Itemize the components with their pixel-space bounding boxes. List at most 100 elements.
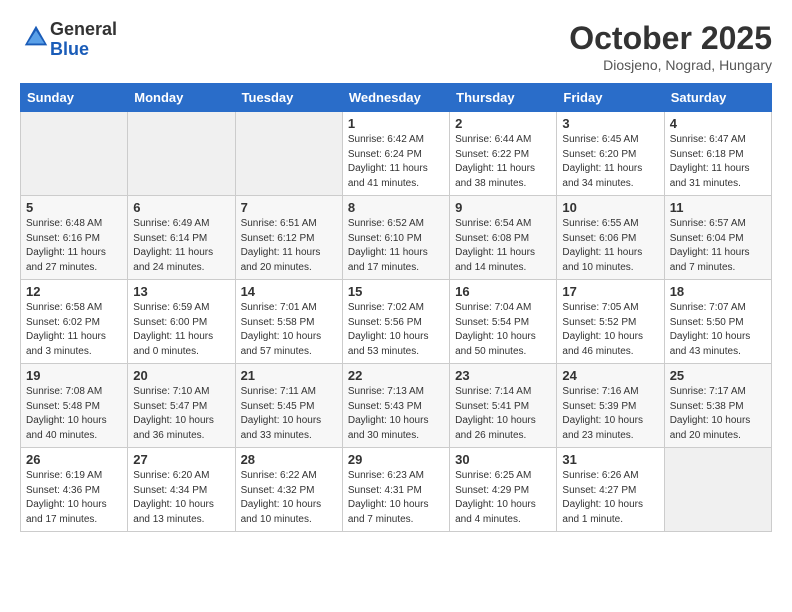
day-number: 24	[562, 368, 658, 383]
calendar-cell: 3 Sunrise: 6:45 AM Sunset: 6:20 PM Daylig…	[557, 112, 664, 196]
day-number: 18	[670, 284, 766, 299]
day-number: 12	[26, 284, 122, 299]
day-info: Sunrise: 6:45 AM Sunset: 6:20 PM Dayligh…	[562, 133, 658, 191]
calendar-cell: 31Sunrise: 6:26 AM Sunset: 4:27 PM Dayli…	[557, 448, 664, 532]
day-info: Sunrise: 7:11 AM Sunset: 5:45 PM Dayligh…	[241, 385, 337, 443]
calendar-cell	[128, 112, 235, 196]
day-number: 10	[562, 200, 658, 215]
calendar-cell: 10 Sunrise: 6:55 AM Sunset: 6:06 PM Dayli…	[557, 196, 664, 280]
day-number: 26	[26, 452, 122, 467]
week-row-1: 1 Sunrise: 6:42 AM Sunset: 6:24 PM Daylig…	[21, 112, 772, 196]
day-info: Sunrise: 7:08 AM Sunset: 5:48 PM Dayligh…	[26, 385, 122, 443]
calendar-cell: 11 Sunrise: 6:57 AM Sunset: 6:04 PM Dayli…	[664, 196, 771, 280]
weekday-header-friday: Friday	[557, 84, 664, 112]
day-info: Sunrise: 6:48 AM Sunset: 6:16 PM Dayligh…	[26, 217, 122, 275]
calendar-cell: 8Sunrise: 6:52 AM Sunset: 6:10 PM Daylig…	[342, 196, 449, 280]
weekday-header-saturday: Saturday	[664, 84, 771, 112]
day-number: 16	[455, 284, 551, 299]
day-info: Sunrise: 6:52 AM Sunset: 6:10 PM Dayligh…	[348, 217, 444, 275]
day-info: Sunrise: 7:07 AM Sunset: 5:50 PM Dayligh…	[670, 301, 766, 359]
day-number: 15	[348, 284, 444, 299]
day-info: Sunrise: 6:54 AM Sunset: 6:08 PM Dayligh…	[455, 217, 551, 275]
day-info: Sunrise: 6:25 AM Sunset: 4:29 PM Dayligh…	[455, 469, 551, 527]
weekday-header-thursday: Thursday	[450, 84, 557, 112]
title-block: October 2025 Diosjeno, Nograd, Hungary	[569, 20, 772, 73]
day-number: 7	[241, 200, 337, 215]
day-info: Sunrise: 6:57 AM Sunset: 6:04 PM Dayligh…	[670, 217, 766, 275]
day-number: 22	[348, 368, 444, 383]
calendar-cell: 5 Sunrise: 6:48 AM Sunset: 6:16 PM Daylig…	[21, 196, 128, 280]
day-number: 31	[562, 452, 658, 467]
day-number: 21	[241, 368, 337, 383]
day-number: 2	[455, 116, 551, 131]
day-info: Sunrise: 7:10 AM Sunset: 5:47 PM Dayligh…	[133, 385, 229, 443]
calendar-cell: 29 Sunrise: 6:23 AM Sunset: 4:31 PM Dayli…	[342, 448, 449, 532]
calendar-cell	[21, 112, 128, 196]
day-info: Sunrise: 6:44 AM Sunset: 6:22 PM Dayligh…	[455, 133, 551, 191]
calendar-cell: 18 Sunrise: 7:07 AM Sunset: 5:50 PM Dayli…	[664, 280, 771, 364]
day-number: 6	[133, 200, 229, 215]
day-number: 4	[670, 116, 766, 131]
day-number: 29	[348, 452, 444, 467]
week-row-5: 26 Sunrise: 6:19 AM Sunset: 4:36 PM Dayli…	[21, 448, 772, 532]
day-number: 20	[133, 368, 229, 383]
page-header: General Blue October 2025 Diosjeno, Nogr…	[20, 20, 772, 73]
weekday-header-wednesday: Wednesday	[342, 84, 449, 112]
day-info: Sunrise: 7:05 AM Sunset: 5:52 PM Dayligh…	[562, 301, 658, 359]
day-number: 19	[26, 368, 122, 383]
calendar-cell: 7 Sunrise: 6:51 AM Sunset: 6:12 PM Daylig…	[235, 196, 342, 280]
day-number: 23	[455, 368, 551, 383]
day-info: Sunrise: 6:23 AM Sunset: 4:31 PM Dayligh…	[348, 469, 444, 527]
calendar-cell: 13 Sunrise: 6:59 AM Sunset: 6:00 PM Dayli…	[128, 280, 235, 364]
day-number: 3	[562, 116, 658, 131]
weekday-header-monday: Monday	[128, 84, 235, 112]
calendar-cell: 14Sunrise: 7:01 AM Sunset: 5:58 PM Dayli…	[235, 280, 342, 364]
day-number: 1	[348, 116, 444, 131]
day-info: Sunrise: 6:51 AM Sunset: 6:12 PM Dayligh…	[241, 217, 337, 275]
day-number: 5	[26, 200, 122, 215]
day-number: 17	[562, 284, 658, 299]
day-info: Sunrise: 6:58 AM Sunset: 6:02 PM Dayligh…	[26, 301, 122, 359]
day-info: Sunrise: 6:59 AM Sunset: 6:00 PM Dayligh…	[133, 301, 229, 359]
calendar-cell: 2 Sunrise: 6:44 AM Sunset: 6:22 PM Daylig…	[450, 112, 557, 196]
calendar-cell: 20 Sunrise: 7:10 AM Sunset: 5:47 PM Dayli…	[128, 364, 235, 448]
location: Diosjeno, Nograd, Hungary	[569, 57, 772, 73]
calendar-table: SundayMondayTuesdayWednesdayThursdayFrid…	[20, 83, 772, 532]
calendar-cell: 6 Sunrise: 6:49 AM Sunset: 6:14 PM Daylig…	[128, 196, 235, 280]
day-info: Sunrise: 7:01 AM Sunset: 5:58 PM Dayligh…	[241, 301, 337, 359]
calendar-cell: 27Sunrise: 6:20 AM Sunset: 4:34 PM Dayli…	[128, 448, 235, 532]
day-number: 27	[133, 452, 229, 467]
day-info: Sunrise: 7:04 AM Sunset: 5:54 PM Dayligh…	[455, 301, 551, 359]
calendar-cell	[235, 112, 342, 196]
calendar-cell: 12 Sunrise: 6:58 AM Sunset: 6:02 PM Dayli…	[21, 280, 128, 364]
calendar-cell: 16 Sunrise: 7:04 AM Sunset: 5:54 PM Dayli…	[450, 280, 557, 364]
day-info: Sunrise: 6:42 AM Sunset: 6:24 PM Dayligh…	[348, 133, 444, 191]
day-info: Sunrise: 7:13 AM Sunset: 5:43 PM Dayligh…	[348, 385, 444, 443]
logo-blue-text: Blue	[50, 39, 89, 59]
day-info: Sunrise: 6:19 AM Sunset: 4:36 PM Dayligh…	[26, 469, 122, 527]
logo-icon	[22, 23, 50, 51]
week-row-4: 19 Sunrise: 7:08 AM Sunset: 5:48 PM Dayli…	[21, 364, 772, 448]
month-title: October 2025	[569, 20, 772, 57]
calendar-cell: 24 Sunrise: 7:16 AM Sunset: 5:39 PM Dayli…	[557, 364, 664, 448]
calendar-cell: 22 Sunrise: 7:13 AM Sunset: 5:43 PM Dayli…	[342, 364, 449, 448]
calendar-cell: 25Sunrise: 7:17 AM Sunset: 5:38 PM Dayli…	[664, 364, 771, 448]
logo: General Blue	[20, 20, 117, 60]
calendar-cell	[664, 448, 771, 532]
weekday-header-sunday: Sunday	[21, 84, 128, 112]
weekday-header-tuesday: Tuesday	[235, 84, 342, 112]
day-number: 11	[670, 200, 766, 215]
calendar-cell: 28Sunrise: 6:22 AM Sunset: 4:32 PM Dayli…	[235, 448, 342, 532]
calendar-cell: 23Sunrise: 7:14 AM Sunset: 5:41 PM Dayli…	[450, 364, 557, 448]
calendar-cell: 19 Sunrise: 7:08 AM Sunset: 5:48 PM Dayli…	[21, 364, 128, 448]
day-info: Sunrise: 6:49 AM Sunset: 6:14 PM Dayligh…	[133, 217, 229, 275]
logo-general: General	[50, 19, 117, 39]
week-row-2: 5 Sunrise: 6:48 AM Sunset: 6:16 PM Daylig…	[21, 196, 772, 280]
day-info: Sunrise: 6:55 AM Sunset: 6:06 PM Dayligh…	[562, 217, 658, 275]
day-info: Sunrise: 7:16 AM Sunset: 5:39 PM Dayligh…	[562, 385, 658, 443]
day-info: Sunrise: 6:22 AM Sunset: 4:32 PM Dayligh…	[241, 469, 337, 527]
day-number: 13	[133, 284, 229, 299]
calendar-cell: 9Sunrise: 6:54 AM Sunset: 6:08 PM Daylig…	[450, 196, 557, 280]
calendar-cell: 4Sunrise: 6:47 AM Sunset: 6:18 PM Daylig…	[664, 112, 771, 196]
day-info: Sunrise: 7:02 AM Sunset: 5:56 PM Dayligh…	[348, 301, 444, 359]
